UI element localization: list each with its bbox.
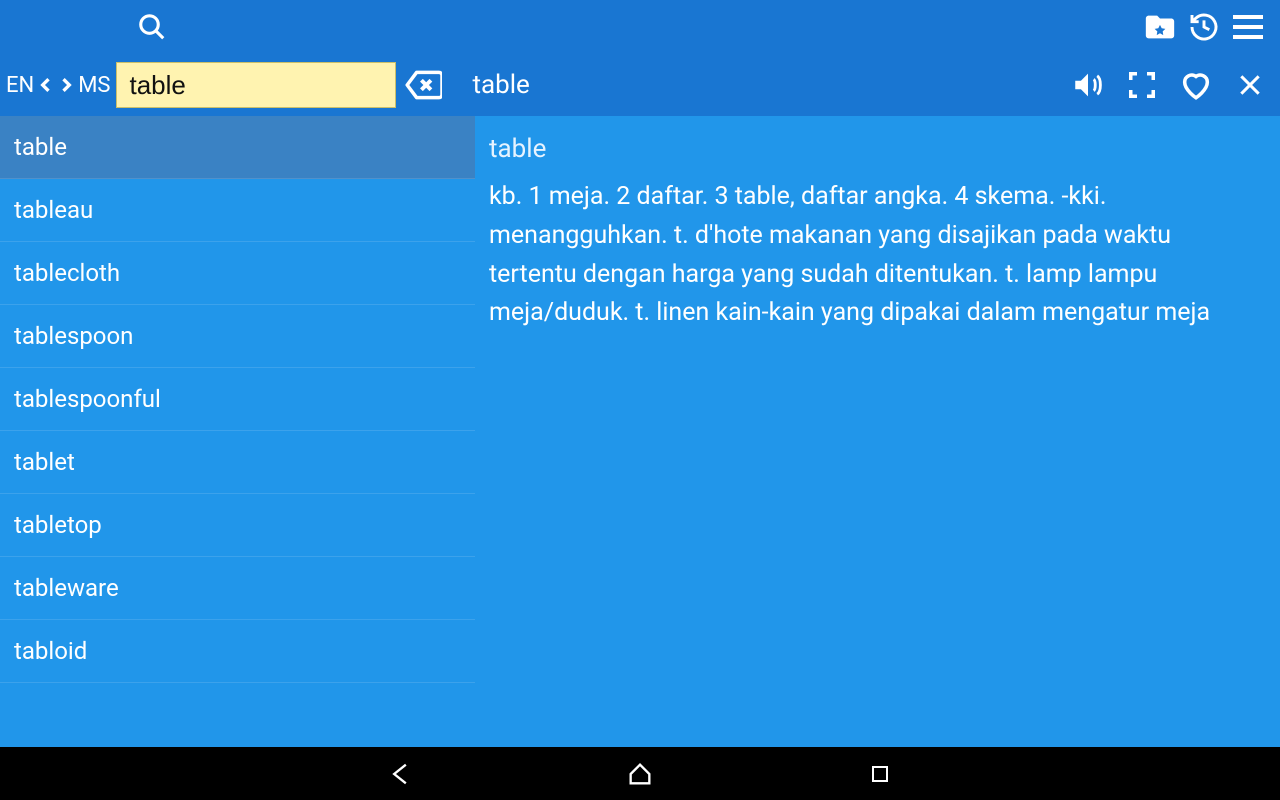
content-area: tabletableautableclothtablespoontablespo… xyxy=(0,116,1280,747)
top-toolbar xyxy=(0,0,1280,54)
speak-icon[interactable] xyxy=(1066,63,1110,107)
search-icon[interactable] xyxy=(130,5,174,49)
definition-body: kb. 1 meja. 2 daftar. 3 table, daftar an… xyxy=(489,178,1249,333)
entry-title: table xyxy=(472,70,529,100)
search-bar: EN MS table xyxy=(0,54,1280,116)
list-item[interactable]: tablespoonful xyxy=(0,368,475,431)
system-nav-bar xyxy=(0,747,1280,800)
history-icon[interactable] xyxy=(1182,5,1226,49)
chevron-right-icon[interactable] xyxy=(56,71,76,99)
word-list[interactable]: tabletableautableclothtablespoontablespo… xyxy=(0,116,475,747)
list-item[interactable]: tableware xyxy=(0,557,475,620)
recents-icon[interactable] xyxy=(860,754,900,794)
definition-headword: table xyxy=(489,134,1262,164)
entry-actions xyxy=(1066,54,1272,116)
fullscreen-icon[interactable] xyxy=(1120,63,1164,107)
clear-input-icon[interactable] xyxy=(404,66,442,104)
favorites-folder-icon[interactable] xyxy=(1138,5,1182,49)
language-from-label[interactable]: EN xyxy=(6,73,34,98)
list-item[interactable]: table xyxy=(0,116,475,179)
home-icon[interactable] xyxy=(620,754,660,794)
chevron-left-icon[interactable] xyxy=(36,71,56,99)
list-item[interactable]: tabloid xyxy=(0,620,475,683)
menu-icon[interactable] xyxy=(1226,5,1270,49)
list-item[interactable]: tablespoon xyxy=(0,305,475,368)
list-item[interactable]: tableau xyxy=(0,179,475,242)
search-input[interactable] xyxy=(116,62,396,108)
language-to-label[interactable]: MS xyxy=(78,73,110,98)
list-item[interactable]: tabletop xyxy=(0,494,475,557)
back-icon[interactable] xyxy=(380,754,420,794)
list-item[interactable]: tablecloth xyxy=(0,242,475,305)
close-icon[interactable] xyxy=(1228,63,1272,107)
definition-pane: table kb. 1 meja. 2 daftar. 3 table, daf… xyxy=(475,116,1280,747)
favorite-icon[interactable] xyxy=(1174,63,1218,107)
list-item[interactable]: tablet xyxy=(0,431,475,494)
